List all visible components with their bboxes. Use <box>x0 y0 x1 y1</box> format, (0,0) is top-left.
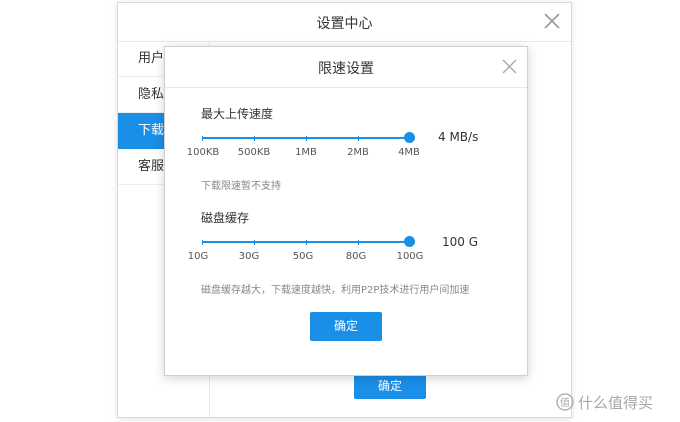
disk-cache-label: 磁盘缓存 <box>201 211 250 225</box>
watermark-text: 什么值得买 <box>578 394 654 412</box>
cache-scale-label: 100G <box>396 251 424 262</box>
close-icon[interactable] <box>543 12 561 30</box>
disk-cache-value: 100 G <box>442 235 479 249</box>
rate-limit-header: 限速设置 <box>165 47 527 88</box>
upload-speed-thumb[interactable] <box>403 132 415 143</box>
smzdm-logo-icon: 值 <box>556 393 574 411</box>
upload-speed-slider[interactable] <box>202 132 415 143</box>
disk-cache-thumb[interactable] <box>403 236 415 247</box>
slider-tick <box>306 239 307 245</box>
upload-speed-value: 4 MB/s <box>438 130 479 144</box>
upload-scale-label: 4MB <box>398 147 420 158</box>
rate-limit-dialog: 限速设置 最大上传速度 4 MB/s 100KB 500KB 1MB 2MB 4… <box>164 46 528 376</box>
screen: 设置中心 用户 隐私 下载 客服 确定 限速设置 最大上传速度 4 MB/s 1… <box>0 0 680 422</box>
upload-speed-label: 最大上传速度 <box>201 107 274 121</box>
watermark: 值 什么值得买 <box>556 392 653 413</box>
cache-scale-label: 30G <box>238 251 260 262</box>
slider-tick <box>306 135 307 141</box>
slider-tick <box>202 239 203 245</box>
slider-tick <box>254 239 255 245</box>
slider-tick <box>254 135 255 141</box>
upload-scale-label: 100KB <box>186 147 220 158</box>
svg-text:值: 值 <box>560 396 570 409</box>
disk-cache-note: 磁盘缓存越大，下载速度越快，利用P2P技术进行用户间加速 <box>201 285 470 296</box>
upload-note: 下载限速暂不支持 <box>201 181 281 192</box>
slider-tick <box>202 135 203 141</box>
settings-center-header: 设置中心 <box>118 3 571 42</box>
rate-limit-confirm-button[interactable]: 确定 <box>310 312 382 341</box>
upload-scale-label: 2MB <box>347 147 369 158</box>
close-icon[interactable] <box>501 58 518 75</box>
cache-scale-label: 80G <box>345 251 367 262</box>
cache-scale-label: 10G <box>187 251 209 262</box>
settings-center-title: 设置中心 <box>316 16 373 32</box>
disk-cache-slider[interactable] <box>202 236 415 247</box>
cache-scale-label: 50G <box>292 251 314 262</box>
upload-scale-label: 500KB <box>237 147 271 158</box>
slider-tick <box>358 239 359 245</box>
upload-scale-label: 1MB <box>295 147 317 158</box>
slider-tick <box>358 135 359 141</box>
settings-confirm-button[interactable]: 确定 <box>354 373 426 399</box>
rate-limit-title: 限速设置 <box>318 61 374 77</box>
